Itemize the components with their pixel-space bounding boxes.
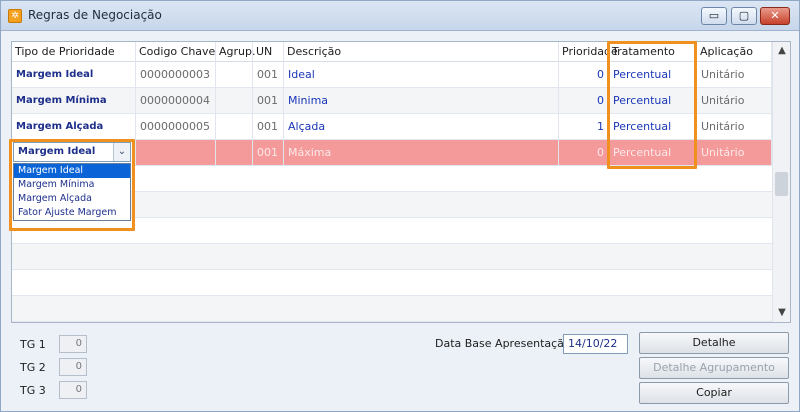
scroll-down-icon[interactable]: ▼	[773, 304, 790, 322]
tg1-field[interactable]: 0	[59, 335, 87, 353]
col-tipo-prioridade[interactable]: Tipo de Prioridade	[12, 42, 136, 62]
grid-header: Tipo de Prioridade Codigo Chave Agrup. U…	[12, 42, 772, 62]
scroll-thumb[interactable]	[775, 172, 788, 196]
cell-agrup[interactable]	[216, 88, 253, 114]
table-row[interactable]: Margem Mínima 0000000004 001 Minima 0 Pe…	[12, 88, 772, 114]
cell-un[interactable]: 001	[253, 114, 284, 140]
cell-aplicacao[interactable]: Unitário	[697, 88, 772, 114]
dropdown-option[interactable]: Margem Mínima	[14, 178, 130, 192]
maximize-button[interactable]: ▢	[731, 7, 757, 25]
app-icon: ✲	[8, 9, 22, 23]
cell-tratamento[interactable]: Percentual	[609, 114, 697, 140]
cell-codigo[interactable]: 0000000004	[136, 88, 216, 114]
cell-tratamento[interactable]: Percentual	[609, 140, 697, 166]
col-un[interactable]: UN	[253, 42, 284, 62]
cell-prioridade[interactable]: 0	[559, 62, 609, 88]
close-button[interactable]: ✕	[760, 7, 790, 25]
cell-tipo[interactable]: Margem Ideal	[12, 62, 136, 88]
data-base-input[interactable]: 14/10/22	[563, 334, 628, 354]
col-descricao[interactable]: Descrição	[284, 42, 559, 62]
cell-prioridade[interactable]: 1	[559, 114, 609, 140]
dropdown-option[interactable]: Margem Alçada	[14, 192, 130, 206]
cell-un[interactable]: 001	[253, 62, 284, 88]
col-codigo-chave[interactable]: Codigo Chave	[136, 42, 216, 62]
col-aplicacao[interactable]: Aplicação	[697, 42, 772, 62]
cell-tipo[interactable]: Margem Mínima	[12, 88, 136, 114]
tg2-field[interactable]: 0	[59, 358, 87, 376]
empty-row	[12, 296, 772, 322]
cell-tipo[interactable]: Margem Alçada	[12, 114, 136, 140]
combo-selected-value: Margem Ideal	[18, 146, 96, 157]
detalhe-button[interactable]: Detalhe	[639, 332, 789, 354]
dropdown-option[interactable]: Fator Ajuste Margem	[14, 206, 130, 220]
table-row[interactable]: Margem Alçada 0000000005 001 Alçada 1 Pe…	[12, 114, 772, 140]
cell-agrup[interactable]	[216, 62, 253, 88]
cell-agrup[interactable]	[216, 140, 253, 166]
cell-prioridade[interactable]: 0	[559, 88, 609, 114]
empty-row	[12, 270, 772, 296]
cell-codigo[interactable]: 0000000005	[136, 114, 216, 140]
data-base-label: Data Base Apresentação	[435, 337, 571, 350]
tg3-field[interactable]: 0	[59, 381, 87, 399]
cell-codigo[interactable]: 0000000003	[136, 62, 216, 88]
empty-row	[12, 244, 772, 270]
cell-descricao[interactable]: Alçada	[284, 114, 559, 140]
scroll-up-icon[interactable]: ▲	[773, 42, 790, 60]
window-title: Regras de Negociação	[28, 8, 162, 22]
cell-tratamento[interactable]: Percentual	[609, 62, 697, 88]
col-agrup[interactable]: Agrup.	[216, 42, 255, 62]
empty-row	[12, 218, 772, 244]
tipo-prioridade-dropdown[interactable]: Margem Ideal Margem Mínima Margem Alçada…	[13, 163, 131, 221]
col-tratamento[interactable]: Tratamento	[609, 42, 697, 62]
cell-descricao[interactable]: Minima	[284, 88, 559, 114]
cell-prioridade[interactable]: 0	[559, 140, 609, 166]
detalhe-agrupamento-button[interactable]: Detalhe Agrupamento	[639, 357, 789, 379]
table-row[interactable]: Margem Ideal 0000000003 001 Ideal 0 Perc…	[12, 62, 772, 88]
cell-descricao[interactable]: Ideal	[284, 62, 559, 88]
dropdown-option[interactable]: Margem Ideal	[14, 164, 130, 178]
cell-aplicacao[interactable]: Unitário	[697, 62, 772, 88]
title-bar[interactable]: ✲ Regras de Negociação ▭ ▢ ✕	[1, 1, 799, 31]
cell-codigo[interactable]	[136, 140, 216, 166]
copiar-button[interactable]: Copiar	[639, 382, 789, 404]
cell-tratamento[interactable]: Percentual	[609, 88, 697, 114]
tg1-label: TG 1	[20, 338, 46, 351]
cell-descricao[interactable]: Máxima	[284, 140, 559, 166]
tg2-label: TG 2	[20, 361, 46, 374]
cell-aplicacao[interactable]: Unitário	[697, 114, 772, 140]
chevron-down-icon[interactable]: ⌄	[113, 143, 130, 161]
tg3-label: TG 3	[20, 384, 46, 397]
minimize-button[interactable]: ▭	[701, 7, 727, 25]
cell-un[interactable]: 001	[253, 88, 284, 114]
cell-agrup[interactable]	[216, 114, 253, 140]
col-prioridade[interactable]: Prioridade	[559, 42, 618, 62]
cell-un[interactable]: 001	[253, 140, 284, 166]
regras-negociacao-window: ✲ Regras de Negociação ▭ ▢ ✕ Tipo de Pri…	[0, 0, 800, 412]
cell-aplicacao[interactable]: Unitário	[697, 140, 772, 166]
vertical-scrollbar[interactable]: ▲ ▼	[772, 42, 790, 322]
tipo-prioridade-combo[interactable]: Margem Ideal ⌄	[13, 142, 131, 162]
